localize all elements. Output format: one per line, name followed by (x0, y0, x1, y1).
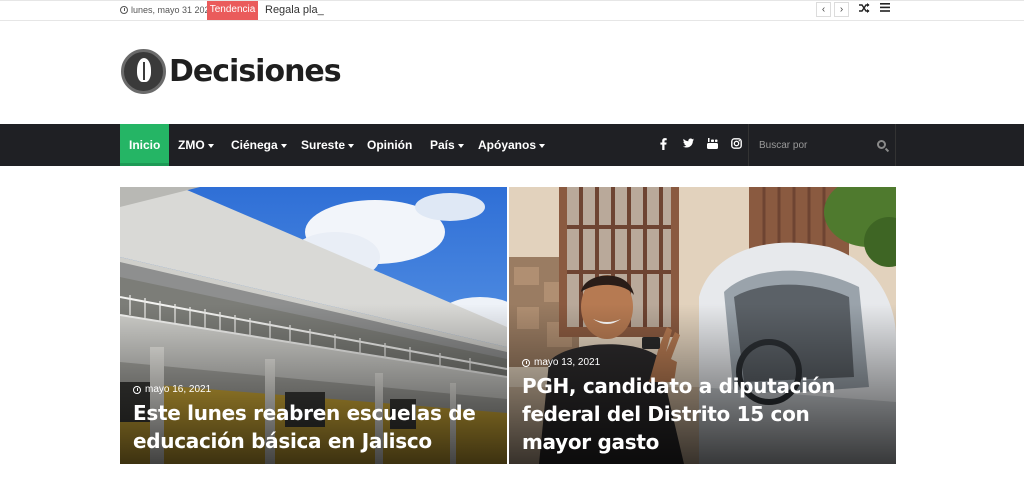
caret-down-icon (280, 143, 287, 148)
clock-icon (133, 385, 141, 394)
shuffle-icon[interactable] (859, 3, 870, 16)
pen-nib-icon (121, 49, 166, 94)
post-date-text: mayo 13, 2021 (534, 357, 601, 368)
search-input[interactable] (749, 124, 869, 166)
nav-label: Inicio (129, 138, 161, 152)
nav-label: ZMO (178, 138, 205, 152)
clock-icon (120, 6, 128, 14)
nav-item-sureste[interactable]: Sureste (301, 124, 355, 166)
caret-down-icon (207, 143, 214, 148)
nav-item-opinion[interactable]: Opinión (367, 124, 412, 166)
main-navigation: Inicio ZMO Ciénega Sureste Opinión País … (0, 124, 1024, 166)
search-icon[interactable] (877, 140, 886, 149)
post-date-text: mayo 16, 2021 (145, 384, 212, 395)
site-header: Decisiones (0, 22, 1024, 124)
post-date: mayo 13, 2021 (522, 357, 600, 368)
caret-down-icon (539, 143, 546, 148)
site-logo[interactable]: Decisiones (121, 49, 342, 94)
nav-item-zmo[interactable]: ZMO (178, 124, 214, 166)
search-box (748, 124, 896, 166)
nav-label: Apóyanos (478, 138, 537, 152)
nav-item-pais[interactable]: País (430, 124, 464, 166)
trending-headline[interactable]: Regala pla_ (265, 4, 324, 16)
instagram-icon[interactable] (731, 138, 742, 152)
hamburger-icon[interactable] (880, 3, 890, 15)
facebook-icon[interactable] (660, 138, 667, 153)
logo-text: Decisiones (169, 54, 342, 89)
featured-post-2[interactable]: mayo 13, 2021 PGH, candidato a diputació… (509, 187, 896, 464)
nav-item-apoyanos[interactable]: Apóyanos (478, 124, 546, 166)
top-bar: lunes, mayo 31 2021 Tendencia Regala pla… (0, 0, 1024, 21)
nav-item-inicio[interactable]: Inicio (120, 124, 170, 166)
current-date: lunes, mayo 31 2021 (120, 5, 215, 15)
next-trending-button[interactable]: › (834, 2, 849, 17)
date-text: lunes, mayo 31 2021 (131, 5, 215, 15)
twitter-icon[interactable] (683, 138, 694, 151)
post-title[interactable]: PGH, candidato a diputación federal del … (522, 372, 882, 456)
clock-icon (522, 358, 530, 367)
post-date: mayo 16, 2021 (133, 384, 211, 395)
nav-label: Opinión (367, 138, 413, 152)
youtube-icon[interactable] (707, 138, 718, 152)
nav-label: Sureste (301, 138, 346, 152)
caret-down-icon (348, 143, 355, 148)
nav-item-cienega[interactable]: Ciénega (231, 124, 287, 166)
nav-label: Ciénega (231, 138, 278, 152)
caret-down-icon (457, 143, 464, 148)
prev-trending-button[interactable]: ‹ (816, 2, 831, 17)
trending-badge: Tendencia (207, 1, 258, 20)
featured-post-1[interactable]: mayo 16, 2021 Este lunes reabren escuela… (120, 187, 507, 464)
post-title[interactable]: Este lunes reabren escuelas de educación… (133, 399, 493, 455)
nav-label: País (430, 138, 455, 152)
